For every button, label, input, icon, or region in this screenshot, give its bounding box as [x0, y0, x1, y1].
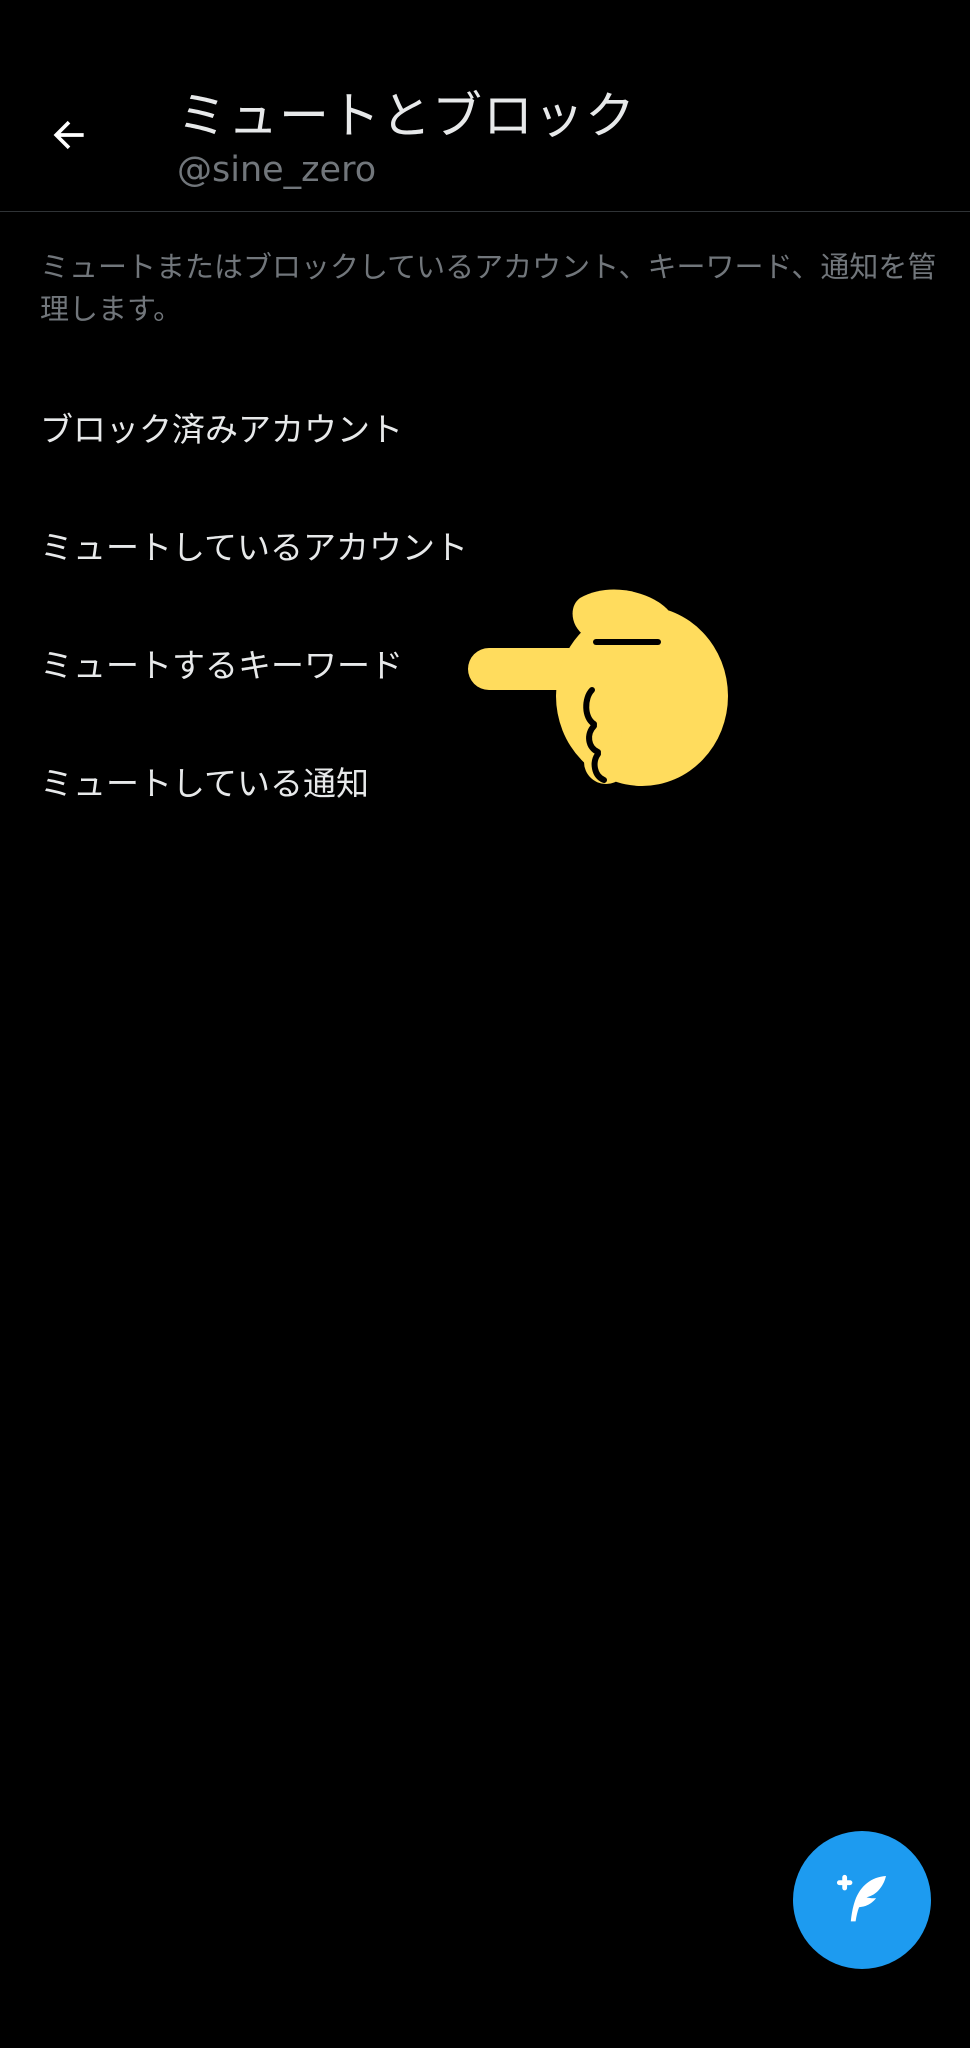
feather-plus-icon	[836, 1874, 886, 1922]
page-title: ミュートとブロック	[177, 87, 636, 145]
back-button[interactable]	[36, 102, 102, 168]
title-block: ミュートとブロック @sine_zero	[177, 84, 636, 192]
menu-item-label: ブロック済みアカウント	[40, 410, 403, 449]
pointing-hand-icon	[468, 589, 728, 786]
menu-item-blocked-accounts[interactable]: ブロック済みアカウント	[0, 368, 970, 486]
menu-item-label: ミュートしているアカウント	[40, 528, 469, 567]
top-app-bar: ミュートとブロック @sine_zero	[0, 0, 970, 212]
section-description: ミュートまたはブロックしているアカウント、キーワード、通知を管理します。	[40, 250, 937, 326]
account-handle: @sine_zero	[177, 150, 377, 190]
compose-button[interactable]	[793, 1831, 931, 1969]
menu-item-label: ミュートしている通知	[40, 764, 370, 803]
menu-item-label: ミュートするキーワード	[40, 646, 403, 685]
arrow-left-icon	[53, 120, 84, 150]
